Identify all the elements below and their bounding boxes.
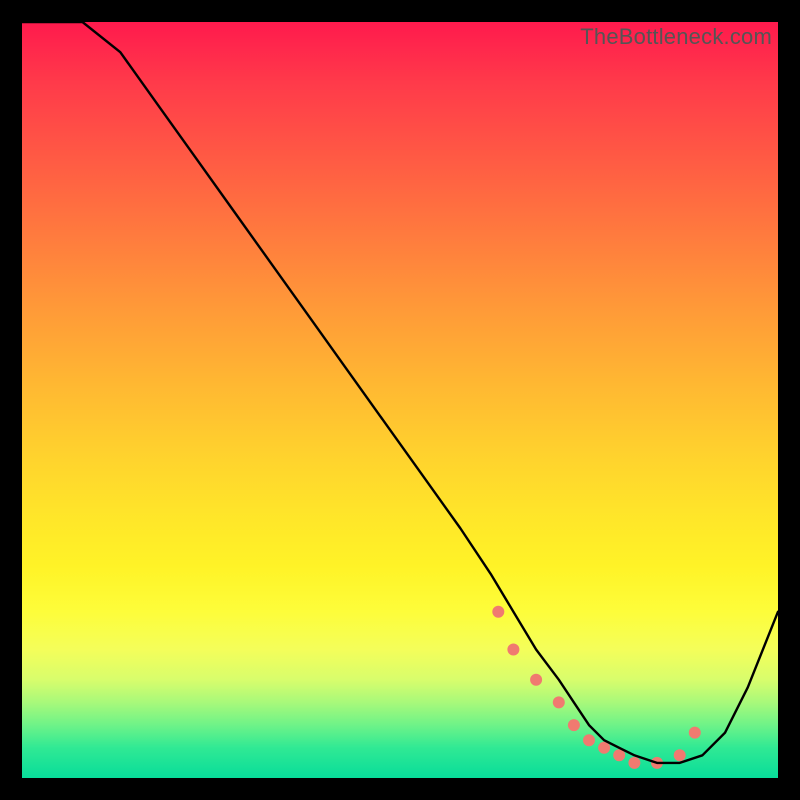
highlight-marker bbox=[492, 606, 504, 618]
highlight-marker bbox=[674, 749, 686, 761]
highlight-marker bbox=[507, 644, 519, 656]
bottleneck-curve-path bbox=[22, 22, 778, 763]
highlight-marker bbox=[530, 674, 542, 686]
highlight-marker bbox=[689, 727, 701, 739]
chart-frame: TheBottleneck.com bbox=[22, 22, 778, 778]
highlight-marker bbox=[583, 734, 595, 746]
highlight-marker bbox=[628, 757, 640, 769]
watermark-text: TheBottleneck.com bbox=[580, 24, 772, 50]
highlight-marker bbox=[553, 696, 565, 708]
chart-svg bbox=[22, 22, 778, 778]
highlight-marker bbox=[568, 719, 580, 731]
